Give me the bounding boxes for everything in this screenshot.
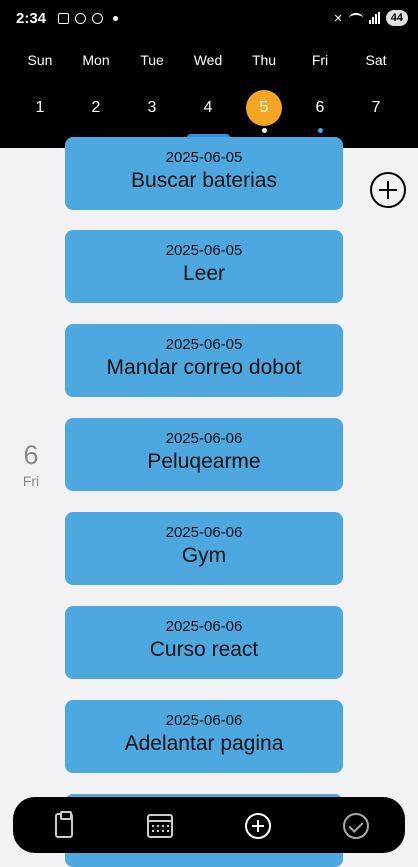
event-indicator-dot [261,128,267,133]
status-bar: 2:34 ✕ 44 [0,0,418,40]
day-name: Tue [140,52,164,68]
day-number: 1 [35,99,45,116]
status-right: ✕ 44 [334,10,408,26]
task-card[interactable]: 2025-06-06 Adelantar pagina [65,700,343,773]
add-task-button[interactable] [370,172,406,208]
task-card[interactable]: 2025-06-06 Curso react [65,606,343,679]
task-title: Leer [182,262,226,285]
day-number: 6 [315,99,325,116]
day-name: Sun [27,52,53,68]
task-date: 2025-06-06 [165,430,243,447]
day-number: 7 [371,99,381,116]
day-thu[interactable]: Thu 5 [236,52,292,133]
calendar-icon [147,814,173,838]
day-name: Mon [82,52,110,68]
clipboard-icon [55,811,73,838]
task-date: 2025-06-05 [165,336,243,353]
signal-icon [368,12,380,24]
bottom-nav [13,797,405,853]
task-title: Adelantar pagina [124,732,284,755]
day-sun[interactable]: Sun 1 [12,52,68,126]
nav-tasks-button[interactable] [46,809,78,841]
week-header: Sun 1 Mon 2 Tue 3 Wed 4 Thu 5 Fri 6 Sat … [0,40,418,148]
day-marker-name: Fri [22,473,40,489]
day-sat[interactable]: Sat 7 [348,52,404,126]
task-title: Gym [181,544,227,567]
battery-icon: 44 [385,10,408,26]
task-title: Peluqearme [147,450,261,473]
task-date: 2025-06-05 [165,242,243,259]
task-card[interactable]: 2025-06-05 Buscar baterias [65,137,343,210]
task-card[interactable]: 2025-06-06 Gym [65,512,343,585]
event-indicator-dot [317,128,323,133]
task-title: Buscar baterias [131,169,277,192]
day-mon[interactable]: Mon 2 [68,52,124,126]
notification-icons [58,13,118,24]
nav-completed-button[interactable] [339,809,371,841]
day-marker: 6 Fri [14,440,48,489]
day-number: 2 [91,99,101,116]
day-number: 3 [147,99,157,116]
day-wed[interactable]: Wed 4 [180,52,236,126]
whatsapp-icon [75,13,86,24]
mute-icon: ✕ [333,12,343,25]
day-fri[interactable]: Fri 6 [292,52,348,133]
screenshot-icon [58,13,69,24]
check-circle-icon [343,813,369,839]
app-notification-icon [92,13,103,24]
day-number-selected: 5 [246,90,282,126]
task-date: 2025-06-06 [165,618,243,635]
day-name: Wed [193,52,223,68]
status-time: 2:34 [16,10,47,27]
task-card[interactable]: 2025-06-05 Leer [65,230,343,303]
day-name: Sat [365,52,387,68]
task-card[interactable]: 2025-06-05 Mandar correo dobot [65,324,343,397]
more-notifications-icon [113,16,118,21]
day-name: Fri [311,52,329,68]
task-title: Curso react [149,638,259,661]
day-tue[interactable]: Tue 3 [124,52,180,126]
task-card[interactable]: 2025-06-06 Peluqearme [65,418,343,491]
task-date: 2025-06-06 [165,524,243,541]
add-circle-icon [245,813,271,839]
day-name: Thu [251,52,277,68]
wifi-icon [348,13,363,23]
nav-calendar-button[interactable] [143,809,175,841]
nav-add-button[interactable] [241,809,273,841]
task-date: 2025-06-05 [165,149,243,166]
task-date: 2025-06-06 [165,712,243,729]
task-title: Mandar correo dobot [106,356,302,379]
day-marker-number: 6 [23,440,39,470]
day-number: 4 [203,99,213,116]
